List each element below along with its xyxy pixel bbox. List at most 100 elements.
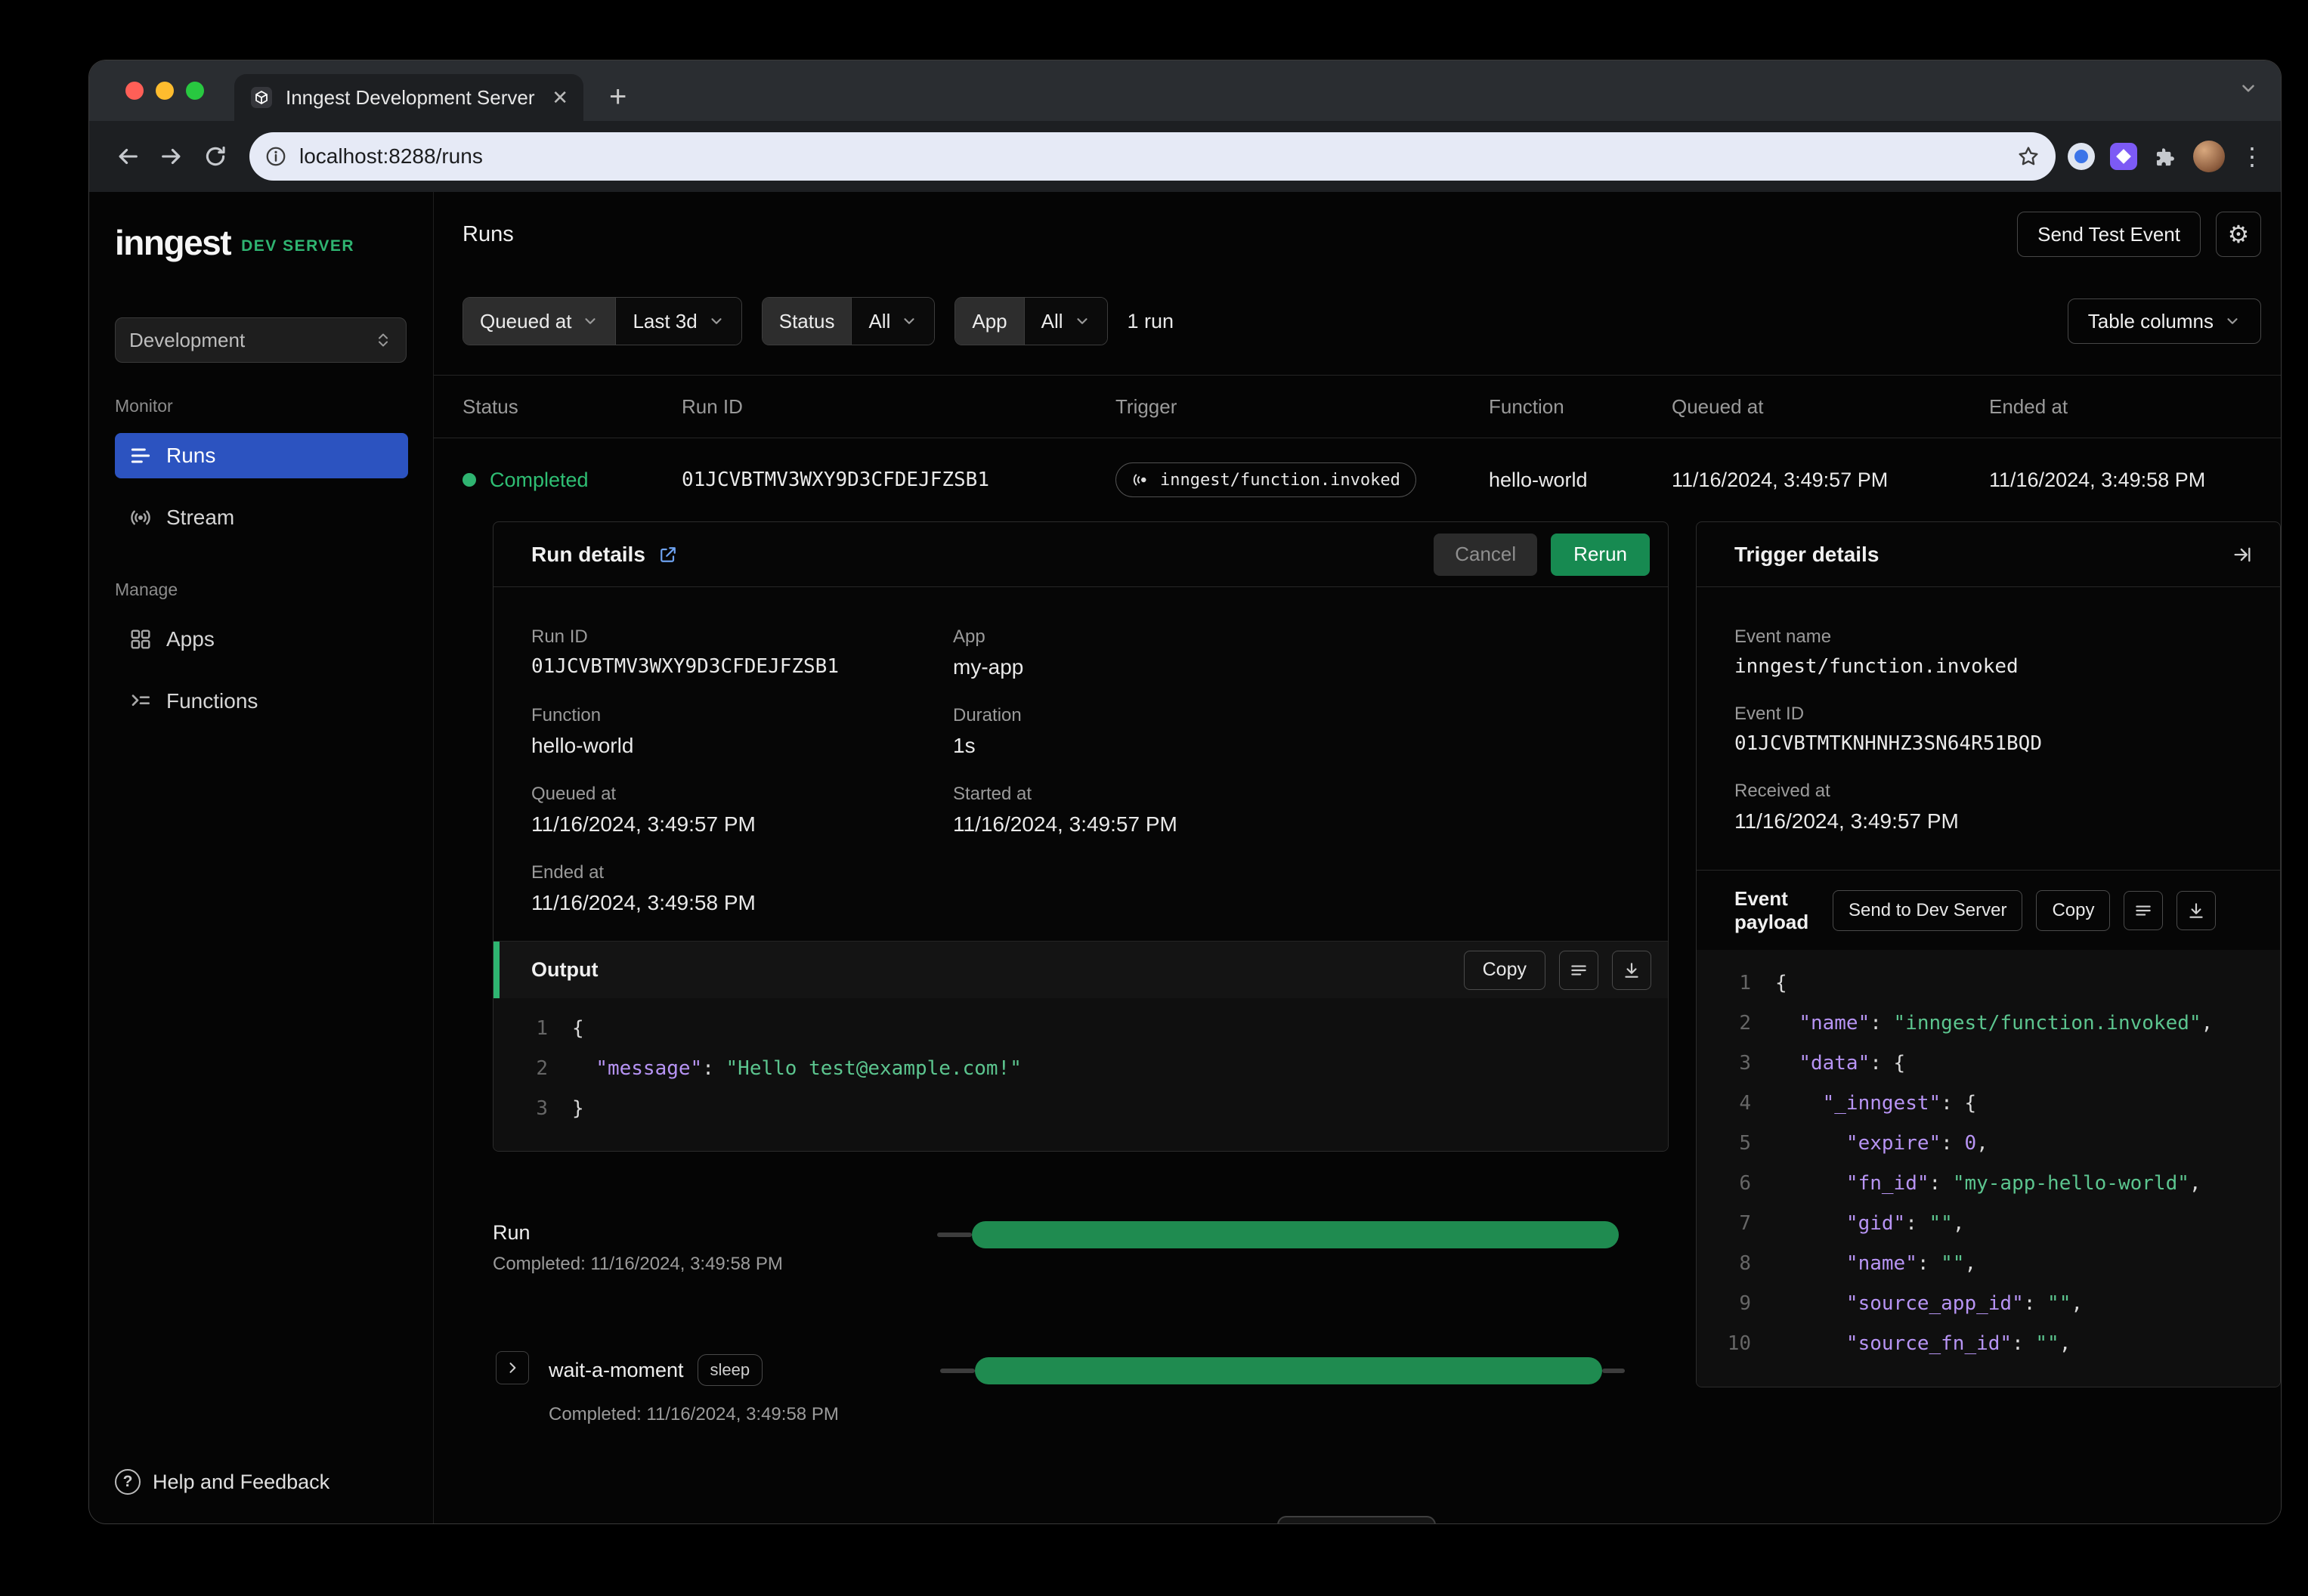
output-scroll-bottom-button[interactable] [1612,950,1651,990]
time-field-button[interactable]: Queued at [463,298,616,345]
back-button[interactable] [106,135,150,178]
column-header-run-id[interactable]: Run ID [682,395,1115,419]
app-label: App [953,626,985,647]
window-controls [125,82,204,100]
payload-wrap-button[interactable] [2124,890,2164,930]
bookmark-star-icon[interactable] [2016,144,2040,169]
event-id-value: 01JCVBTMTKNHNHZ3SN64R51BQD [1734,732,2042,755]
function-cell: hello-world [1489,468,1588,491]
sidebar-item-apps[interactable]: Apps [115,617,408,662]
external-link-icon[interactable] [657,544,679,565]
sidebar-item-stream[interactable]: Stream [115,495,408,540]
main-content: Runs Send Test Event ⚙ Queued at Last 3d [434,192,2281,1523]
column-header-ended-at[interactable]: Ended at [1989,395,2261,419]
profile-avatar[interactable] [2193,141,2225,172]
new-tab-button[interactable]: + [609,80,627,113]
column-header-queued-at[interactable]: Queued at [1672,395,1989,419]
started-at-value: 11/16/2024, 3:49:57 PM [953,812,1177,836]
app-filter-label[interactable]: App [955,298,1024,345]
browser-tab[interactable]: Inngest Development Server ✕ [234,74,583,121]
zoom-window-button[interactable] [186,82,204,100]
app-filter-value[interactable]: All [1023,298,1107,345]
status-filter-label[interactable]: Status [762,298,852,345]
partially-visible-button[interactable] [1277,1516,1436,1523]
address-bar[interactable]: localhost:8288/runs [249,132,2056,181]
event-name-value: inngest/function.invoked [1734,655,2019,678]
tab-search-button[interactable] [2238,79,2258,98]
reload-icon [206,146,225,166]
filter-bar: Queued at Last 3d Status All App All 1 r… [463,296,2261,346]
app-link[interactable]: my-app [953,655,1653,679]
environment-select[interactable]: Development [115,317,407,363]
event-icon [1133,474,1146,486]
settings-button[interactable]: ⚙ [2216,212,2261,257]
status-filter-value[interactable]: All [851,298,935,345]
rerun-button[interactable]: Rerun [1551,533,1650,576]
browser-toolbar: localhost:8288/runs ⋮ [89,121,2281,192]
send-test-event-button[interactable]: Send Test Event [2017,212,2201,257]
output-copy-button[interactable]: Copy [1463,950,1545,990]
step-trail-dash [1602,1369,1625,1373]
payload-scroll-bottom-button[interactable] [2177,890,2217,930]
url-text: localhost:8288/runs [299,144,483,168]
arrow-down-to-line-icon [1625,962,1638,978]
output-wrap-button[interactable] [1559,950,1598,990]
runs-icon [131,448,150,463]
timeline-run-completed: Completed: 11/16/2024, 3:49:58 PM [493,1254,783,1274]
queued-at-value: 11/16/2024, 3:49:57 PM [531,812,756,836]
cancel-button[interactable]: Cancel [1434,533,1538,576]
status-dot [463,473,476,487]
table-columns-button[interactable]: Table columns [2067,298,2261,344]
minimize-window-button[interactable] [156,82,174,100]
reload-button[interactable] [193,135,237,178]
table-header: Status Run ID Trigger Function Queued at… [434,375,2281,438]
sidebar-item-functions[interactable]: Functions [115,679,408,724]
queued-at-cell: 11/16/2024, 3:49:57 PM [1672,468,1889,491]
run-id-value: 01JCVBTMV3WXY9D3CFDEJFZSB1 [531,655,839,678]
ended-at-value: 11/16/2024, 3:49:58 PM [531,891,756,914]
arrow-to-line-icon [2234,547,2251,561]
event-id-label: Event ID [1734,704,1805,724]
run-details-panel: Run details Cancel Rerun Run ID 01JCVBTM… [493,521,1669,1152]
table-row[interactable]: Completed 01JCVBTMV3WXY9D3CFDEJFZSB1 inn… [463,438,2261,521]
step-name: wait-a-moment [549,1358,684,1381]
forward-button[interactable] [150,135,193,178]
logo-row: inngest DEV SERVER [115,222,433,263]
site-info-icon[interactable] [265,145,287,168]
help-label: Help and Feedback [153,1470,330,1493]
help-icon: ? [115,1469,141,1495]
time-filter-group: Queued at Last 3d [463,297,742,345]
collapse-panel-button[interactable] [2223,535,2262,574]
timeline-step-row: wait-a-moment sleep Completed: 11/16/202… [493,1351,1669,1442]
help-and-feedback[interactable]: ? Help and Feedback [115,1469,329,1495]
column-header-trigger[interactable]: Trigger [1115,395,1489,419]
function-link[interactable]: hello-world [531,734,953,758]
section-label-manage: Manage [115,580,178,599]
tab-close-button[interactable]: ✕ [552,86,568,110]
send-to-dev-server-button[interactable]: Send to Dev Server [1833,889,2023,931]
status-cell: Completed [463,469,682,492]
column-header-status[interactable]: Status [463,395,682,419]
run-details-header: Run details Cancel Rerun [493,522,1668,587]
sidebar-item-runs[interactable]: Runs [115,433,408,478]
run-progress-bar [972,1221,1619,1248]
step-lead-dash [940,1369,975,1373]
sidebar-item-label: Apps [166,627,215,651]
main-header: Runs Send Test Event ⚙ [463,192,2261,277]
trigger-cell: inngest/function.invoked [1115,462,1489,497]
browser-menu-button[interactable]: ⋮ [2240,142,2264,171]
trigger-pill[interactable]: inngest/function.invoked [1115,462,1416,497]
time-range-button[interactable]: Last 3d [615,298,741,345]
payload-copy-button[interactable]: Copy [2036,889,2111,931]
extensions-puzzle-icon[interactable] [2152,144,2178,169]
chevron-updown-icon [379,333,388,347]
extension-icon-2[interactable] [2110,143,2137,170]
time-range-label: Last 3d [633,309,698,332]
time-field-label: Queued at [480,309,572,332]
extension-icon-1[interactable] [2068,143,2095,170]
close-window-button[interactable] [125,82,144,100]
column-header-function[interactable]: Function [1489,395,1672,419]
lines-icon [1571,965,1586,975]
step-expand-button[interactable] [496,1351,529,1384]
event-payload-code: 1{2 "name": "inngest/function.invoked", 3… [1697,950,2280,1387]
